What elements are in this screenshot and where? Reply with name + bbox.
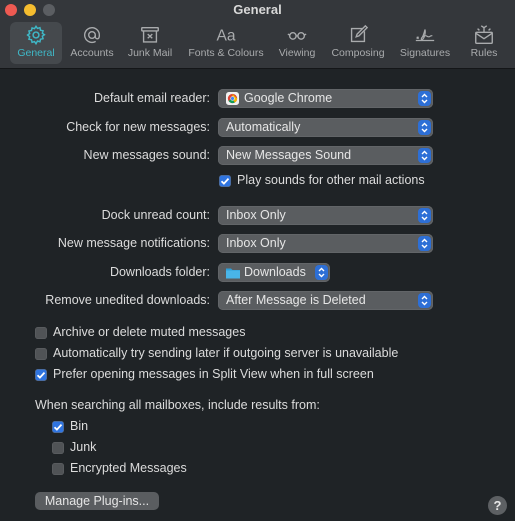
split-view-checkbox[interactable] (35, 369, 47, 381)
archive-muted-label: Archive or delete muted messages (53, 325, 246, 339)
search-junk-label: Junk (70, 440, 97, 454)
gear-icon (26, 24, 46, 46)
new-messages-sound-popup[interactable]: New Messages Sound (218, 146, 433, 165)
junk-tray-icon (141, 26, 159, 43)
notifications-row: New message notifications: Inbox Only (0, 234, 515, 254)
tab-rules[interactable]: Rules (464, 22, 504, 64)
chevron-updown-icon (418, 208, 431, 223)
compose-icon (350, 24, 369, 43)
play-sounds-checkbox[interactable] (219, 175, 231, 187)
split-view-label: Prefer opening messages in Split View wh… (53, 367, 374, 381)
dock-unread-label: Dock unread count: (101, 208, 210, 222)
chevron-updown-icon (418, 236, 431, 251)
dock-unread-row: Dock unread count: Inbox Only (0, 206, 515, 226)
popup-value: Inbox Only (226, 208, 286, 222)
popup-value: Downloads (244, 265, 306, 279)
tab-label: Signatures (399, 47, 451, 59)
tab-fonts-colours[interactable]: Aa Fonts & Colours (184, 22, 268, 64)
play-sounds-label: Play sounds for other mail actions (237, 173, 425, 187)
popup-value: After Message is Deleted (226, 293, 366, 307)
toolbar: General General Accounts Junk Mail Aa Fo… (0, 0, 515, 69)
tab-composing[interactable]: Composing (328, 22, 388, 64)
rules-envelope-icon (475, 25, 493, 44)
tab-label: Accounts (70, 47, 114, 59)
tab-label: General (17, 47, 55, 59)
search-encrypted-checkbox[interactable] (52, 463, 64, 475)
chevron-updown-icon (418, 148, 431, 163)
send-later-checkbox[interactable] (35, 348, 47, 360)
popup-value: Inbox Only (226, 236, 286, 250)
chevron-updown-icon (315, 265, 328, 280)
new-messages-sound-row: New messages sound: New Messages Sound (0, 146, 515, 166)
search-bin-label: Bin (70, 419, 89, 433)
search-junk-checkbox[interactable] (52, 442, 64, 454)
check-new-messages-popup[interactable]: Automatically (218, 118, 433, 137)
tab-general[interactable]: General (10, 22, 62, 64)
notifications-popup[interactable]: Inbox Only (218, 234, 433, 253)
downloads-folder-label: Downloads folder: (109, 265, 210, 279)
folder-icon (226, 268, 240, 279)
tab-label: Rules (470, 47, 498, 59)
popup-value: Google Chrome (244, 91, 333, 105)
svg-text:Aa: Aa (216, 28, 235, 45)
search-encrypted-label: Encrypted Messages (70, 461, 187, 475)
archive-muted-checkbox[interactable] (35, 327, 47, 339)
notifications-label: New message notifications: (57, 236, 210, 250)
help-button[interactable]: ? (488, 496, 507, 515)
chevron-updown-icon (418, 293, 431, 308)
signature-icon (415, 29, 435, 42)
glasses-icon (287, 32, 307, 40)
tab-label: Junk Mail (127, 47, 173, 59)
check-new-messages-row: Check for new messages: Automatically (0, 118, 515, 138)
font-aa-icon: Aa (216, 28, 235, 45)
at-sign-icon (83, 27, 101, 44)
tab-junk-mail[interactable]: Junk Mail (124, 22, 176, 64)
default-email-reader-label: Default email reader: (93, 91, 210, 105)
popup-value: New Messages Sound (226, 148, 352, 162)
chevron-updown-icon (418, 91, 431, 106)
popup-value: Automatically (226, 120, 301, 134)
downloads-folder-row: Downloads folder: Downloads (0, 263, 515, 283)
search-bin-checkbox[interactable] (52, 421, 64, 433)
chevron-updown-icon (418, 120, 431, 135)
tab-viewing[interactable]: Viewing (274, 22, 320, 64)
downloads-folder-popup[interactable]: Downloads (218, 263, 330, 282)
search-section-title: When searching all mailboxes, include re… (35, 398, 320, 412)
new-messages-sound-label: New messages sound: (83, 148, 210, 162)
tab-label: Composing (331, 47, 385, 59)
dock-unread-popup[interactable]: Inbox Only (218, 206, 433, 225)
remove-downloads-popup[interactable]: After Message is Deleted (218, 291, 433, 310)
tab-label: Fonts & Colours (188, 47, 264, 59)
manage-plugins-button[interactable]: Manage Plug-ins... (35, 492, 159, 510)
tab-accounts[interactable]: Accounts (66, 22, 118, 64)
tab-signatures[interactable]: Signatures (396, 22, 454, 64)
window-title: General (233, 2, 282, 17)
default-email-reader-popup[interactable]: Google Chrome (218, 89, 433, 108)
check-new-messages-label: Check for new messages: (66, 120, 210, 134)
send-later-label: Automatically try sending later if outgo… (53, 346, 399, 360)
tab-label: Viewing (278, 47, 316, 59)
chrome-icon (226, 92, 239, 105)
default-email-reader-row: Default email reader: Google Chrome (0, 89, 515, 109)
remove-downloads-label: Remove unedited downloads: (45, 293, 210, 307)
remove-downloads-row: Remove unedited downloads: After Message… (0, 291, 515, 311)
